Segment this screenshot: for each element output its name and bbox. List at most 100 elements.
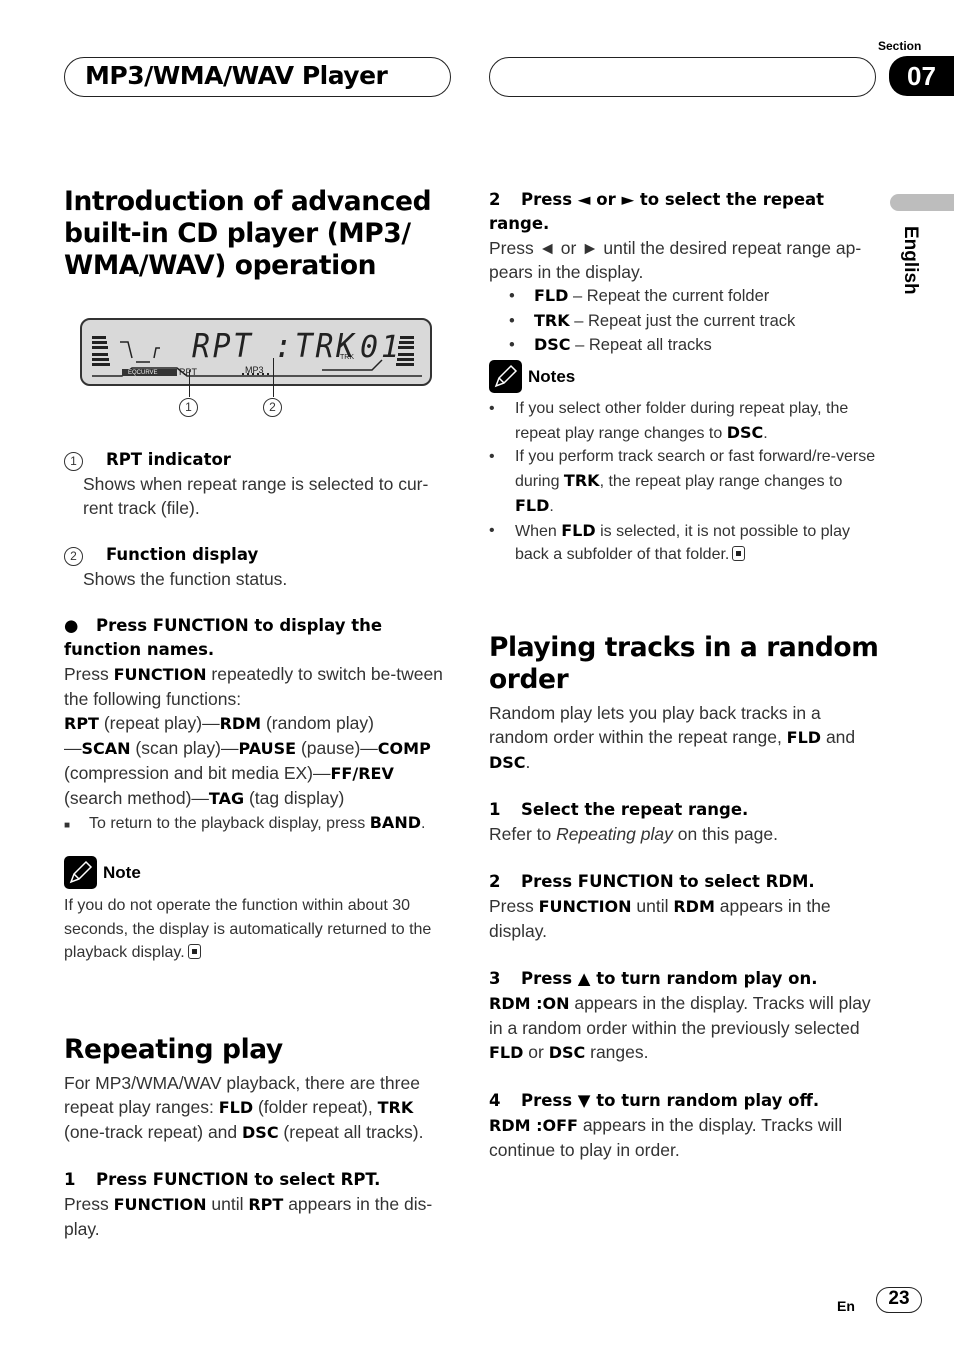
option-desc: – Repeat just the current track <box>569 311 796 330</box>
random-step-2-text: Press FUNCTION until RDM appears in the … <box>489 894 884 943</box>
step-title: Press FUNCTION to select RPT. <box>96 1170 381 1189</box>
footer-language: En <box>837 1298 855 1314</box>
text: until <box>206 1194 249 1214</box>
bold-text: TRK <box>563 471 600 491</box>
notes-block: Notes • If you select other folder during… <box>489 360 884 567</box>
function-step-title-text: Press FUNCTION to display the function n… <box>64 616 383 659</box>
text: When <box>515 522 562 540</box>
lcd-mp3-indicator: MP3 <box>245 365 264 375</box>
text: Press <box>64 664 114 684</box>
option-fld: • FLD – Repeat the current folder <box>509 284 884 309</box>
text: on this page. <box>672 824 778 844</box>
bold-text: FLD <box>561 520 596 540</box>
function-name: TAG <box>208 789 245 808</box>
step-title: Press ▼ to turn random play off. <box>521 1091 820 1110</box>
step-number: 4 <box>489 1091 501 1110</box>
notes-title: Notes <box>528 366 576 386</box>
repeating-intro: For MP3/WMA/WAV playback, there are thre… <box>64 1071 454 1145</box>
callout-1: 1 <box>179 398 198 417</box>
lcd-rpt-indicator: RPT <box>179 367 197 377</box>
function-step-title: ● Press FUNCTION to display the function … <box>64 614 454 662</box>
note-item: • When FLD is selected, it is not possibl… <box>489 519 884 567</box>
random-step-2-title: 2 Press FUNCTION to select RDM. <box>489 870 884 894</box>
lcd-eqcurve-label: EQCURVE <box>128 370 158 376</box>
function-desc: (compression and bit media EX) <box>64 763 313 783</box>
notes-list: • If you select other folder during repea… <box>489 397 884 567</box>
end-mark-icon <box>732 546 746 562</box>
option-dsc: • DSC – Repeat all tracks <box>509 333 884 358</box>
repeating-step-1-title: 1 Press FUNCTION to select RPT. <box>64 1168 454 1192</box>
function-sub-note: ■ To return to the playback display, pres… <box>64 811 454 838</box>
bold-text: BAND <box>369 813 421 832</box>
text: Press <box>64 1194 114 1214</box>
text: ranges. <box>585 1042 649 1062</box>
note-block: Note If you do not operate the function … <box>64 856 454 965</box>
legend-num-2: 2 <box>64 547 83 566</box>
option-code: DSC <box>534 335 571 355</box>
bold-text: FLD <box>786 728 822 747</box>
text: . <box>525 752 531 772</box>
bold-text: FLD <box>489 1043 524 1062</box>
step-title: Press ◄ or ► to select the repeat range. <box>489 190 825 233</box>
note-text: If you do not operate the function withi… <box>64 894 454 965</box>
header-title: MP3/WMA/WAV Player <box>85 61 388 90</box>
bold-text: DSC <box>242 1123 279 1142</box>
function-desc: (repeat play) <box>98 713 203 733</box>
bold-text: RDM :ON <box>489 994 570 1013</box>
text: . <box>549 497 554 515</box>
repeating-step-1-text: Press FUNCTION until RPT appears in the … <box>64 1192 454 1241</box>
legend-item-1: 1 RPT indicator Shows when repeat range … <box>64 448 454 520</box>
option-trk: • TRK – Repeat just the current track <box>509 309 884 334</box>
header-blank-pill <box>489 57 876 97</box>
repeat-range-step: 2 Press ◄ or ► to select the repeat range… <box>489 188 884 358</box>
end-mark-icon <box>187 944 201 960</box>
function-desc: (search method) <box>64 788 192 808</box>
lcd-trk-small: TRK <box>340 354 354 361</box>
bold-text: RDM :OFF <box>489 1116 578 1135</box>
text: . <box>420 815 426 832</box>
function-step: ● Press FUNCTION to display the function … <box>64 614 454 838</box>
note-item: • If you select other folder during repea… <box>489 397 884 445</box>
step-2-text: Press ◄ or ► until the desired repeat ra… <box>489 238 862 282</box>
bold-text: RDM <box>673 897 715 916</box>
bold-text: FLD <box>515 495 550 515</box>
pencil-note-icon <box>489 360 522 393</box>
step-number: 1 <box>64 1170 76 1189</box>
legend-desc-1: Shows when repeat range is selected to c… <box>83 474 429 518</box>
random-step-3-text: RDM :ON appears in the display. Tracks w… <box>489 991 884 1065</box>
bullet: • <box>489 448 495 466</box>
text: (one-track repeat) and <box>64 1122 243 1142</box>
square-bullet-icon: ■ <box>64 820 71 831</box>
bullet: • <box>509 287 515 305</box>
italic-text: Repeating play <box>556 824 673 844</box>
header-title-pill: MP3/WMA/WAV Player <box>64 57 451 97</box>
note-title: Note <box>103 862 141 882</box>
random-heading: Playing tracks in a random order <box>489 632 879 695</box>
function-name: SCAN <box>81 739 131 758</box>
bullet: • <box>489 521 495 539</box>
random-step-1-text: Refer to Repeating play on this page. <box>489 822 884 846</box>
legend-title-1: RPT indicator <box>105 450 231 469</box>
text: To return to the playback display, press <box>89 815 370 832</box>
bullet: • <box>489 400 495 417</box>
callout-2: 2 <box>263 398 282 417</box>
text: , the repeat play range changes to <box>599 473 843 491</box>
bold-text: DSC <box>726 422 764 442</box>
bold-text: DSC <box>489 753 526 772</box>
bold-text: DSC <box>548 1043 586 1062</box>
bold-text: TRK <box>377 1098 414 1117</box>
option-code: TRK <box>534 310 570 330</box>
step-title: Select the repeat range. <box>521 800 749 819</box>
function-desc: (random play) <box>261 713 374 733</box>
function-name: RPT <box>64 714 99 733</box>
random-step-1-title: 1 Select the repeat range. <box>489 798 884 822</box>
bold-text: FUNCTION <box>113 665 207 684</box>
text: Press <box>489 896 539 916</box>
bullet: • <box>509 336 515 355</box>
callout-line-2 <box>273 358 274 397</box>
step-title: Press FUNCTION to select RDM. <box>521 872 815 891</box>
bold-text: FUNCTION <box>113 1195 207 1214</box>
legend-title-2: Function display <box>105 545 259 564</box>
bullet-dot: ● <box>64 616 79 635</box>
function-name: RDM <box>219 714 262 733</box>
